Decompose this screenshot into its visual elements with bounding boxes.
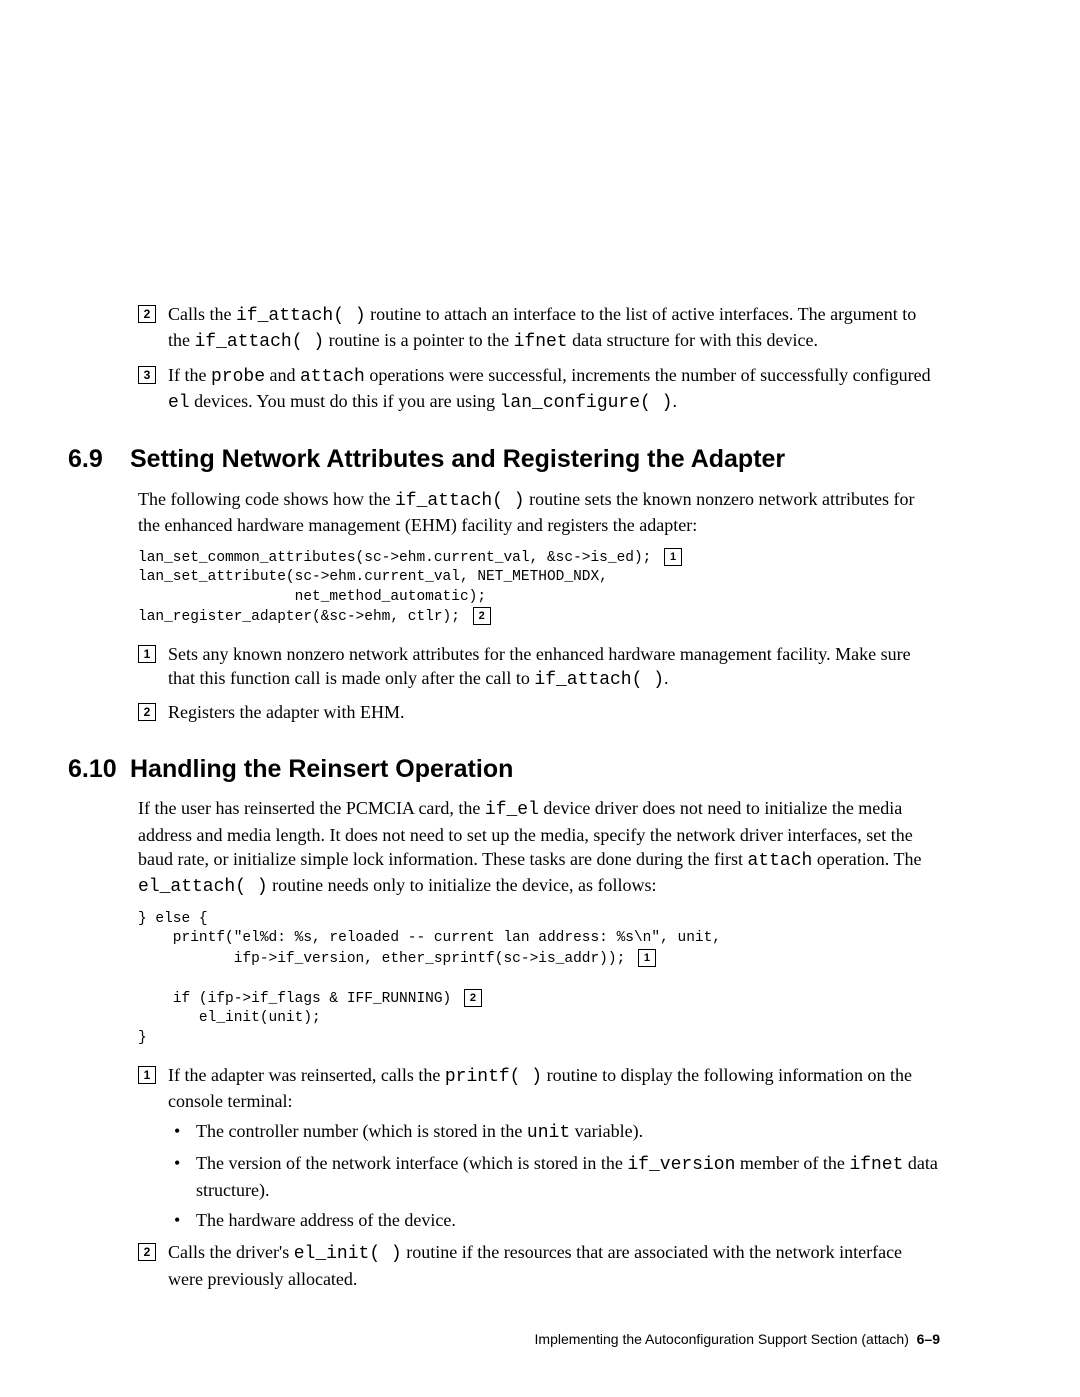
list-item-text: Sets any known nonzero network attribute… xyxy=(168,644,911,688)
list-item: 2 Calls the if_attach( ) routine to atta… xyxy=(138,302,940,355)
callout-number: 2 xyxy=(138,703,156,721)
section-title: Setting Network Attributes and Registeri… xyxy=(130,445,785,473)
section-number: 6.10 xyxy=(68,753,130,787)
list-item-text: Calls the driver's el_init( ) routine if… xyxy=(168,1242,902,1288)
footer-text: Implementing the Autoconfiguration Suppo… xyxy=(535,1331,909,1347)
list-item: 1 If the adapter was reinserted, calls t… xyxy=(138,1063,940,1233)
code-callout: 2 xyxy=(464,989,482,1007)
list-item-text: Registers the adapter with EHM. xyxy=(168,702,404,722)
callout-number: 3 xyxy=(138,366,156,384)
list-item: 1 Sets any known nonzero network attribu… xyxy=(138,642,940,693)
bullet-item: The hardware address of the device. xyxy=(168,1208,940,1232)
sec69-list: 1 Sets any known nonzero network attribu… xyxy=(138,642,940,725)
list-item-text: If the probe and attach operations were … xyxy=(168,365,931,411)
list-item: 2 Registers the adapter with EHM. xyxy=(138,700,940,724)
section-number: 6.9 xyxy=(68,443,130,477)
section-intro: The following code shows how the if_atta… xyxy=(138,487,940,538)
code-block-6-9: lan_set_common_attributes(sc->ehm.curren… xyxy=(138,548,940,628)
top-numbered-list: 2 Calls the if_attach( ) routine to atta… xyxy=(138,302,940,415)
sec610-list: 1 If the adapter was reinserted, calls t… xyxy=(138,1063,940,1291)
code-callout: 1 xyxy=(664,548,682,566)
callout-number: 2 xyxy=(138,305,156,323)
section-title: Handling the Reinsert Operation xyxy=(130,755,513,783)
bullet-list: The controller number (which is stored i… xyxy=(168,1119,940,1232)
bullet-item: The version of the network interface (wh… xyxy=(168,1151,940,1202)
section-intro: If the user has reinserted the PCMCIA ca… xyxy=(138,796,940,899)
page-footer: Implementing the Autoconfiguration Suppo… xyxy=(535,1330,940,1349)
code-callout: 1 xyxy=(638,949,656,967)
callout-number: 1 xyxy=(138,1066,156,1084)
code-callout: 2 xyxy=(473,607,491,625)
list-item-text: Calls the if_attach( ) routine to attach… xyxy=(168,304,916,350)
code-block-6-10: } else { printf("el%d: %s, reloaded -- c… xyxy=(138,910,940,1049)
section-heading-6-9: 6.9Setting Network Attributes and Regist… xyxy=(68,443,940,477)
callout-number: 1 xyxy=(138,645,156,663)
list-item: 3 If the probe and attach operations wer… xyxy=(138,363,940,416)
callout-number: 2 xyxy=(138,1243,156,1261)
page: 2 Calls the if_attach( ) routine to atta… xyxy=(0,0,1080,1397)
bullet-item: The controller number (which is stored i… xyxy=(168,1119,940,1145)
page-number: 6–9 xyxy=(917,1331,940,1347)
section-heading-6-10: 6.10Handling the Reinsert Operation xyxy=(68,753,940,787)
list-item-text: If the adapter was reinserted, calls the… xyxy=(168,1065,912,1111)
list-item: 2 Calls the driver's el_init( ) routine … xyxy=(138,1240,940,1291)
